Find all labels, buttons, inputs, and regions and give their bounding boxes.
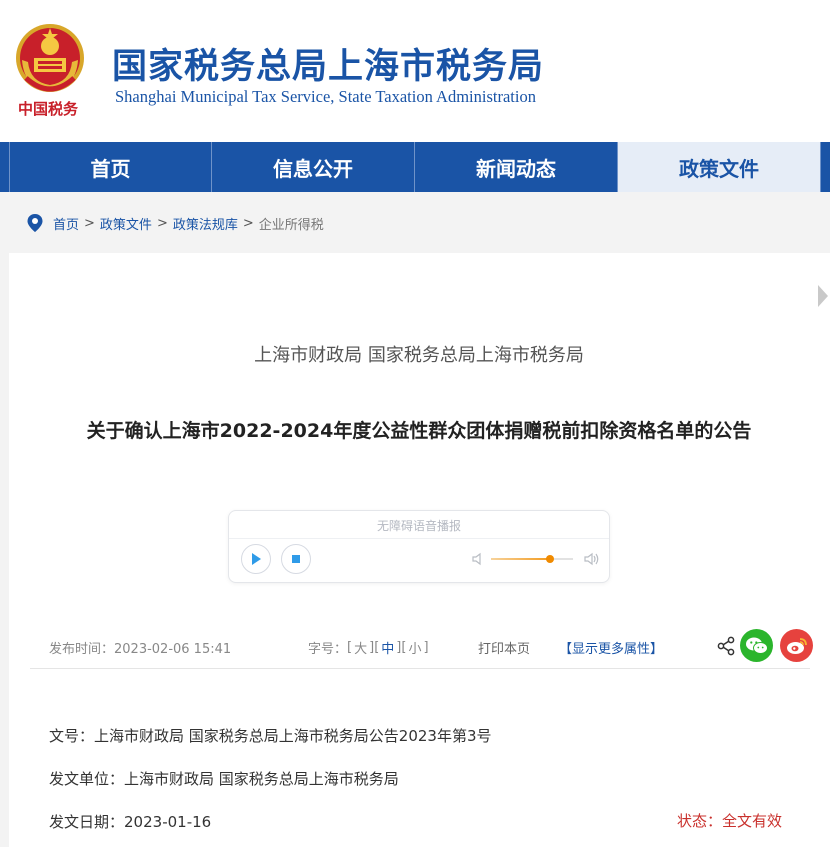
publish-time: 发布时间：2023-02-06 15:41 (49, 641, 232, 657)
site-subtitle: Shanghai Municipal Tax Service, State Ta… (115, 87, 536, 106)
volume-slider-handle[interactable] (546, 555, 555, 563)
breadcrumb: 首页 > 政策文件 > 政策法规库 > 企业所得税 (27, 212, 324, 234)
audio-player: 无障碍语音播报 (228, 510, 610, 583)
font-size-control: 字号： [ 大 ] [ 中 ] [ 小 ] (308, 637, 429, 657)
issue-date-label: 发文日期： (49, 813, 125, 831)
status-label: 状态： (677, 812, 723, 830)
font-size-label: 字号： (308, 641, 348, 657)
share-icon[interactable] (717, 636, 735, 656)
play-button[interactable] (241, 544, 271, 574)
breadcrumb-link-home[interactable]: 首页 (53, 214, 79, 233)
doc-number-value: 上海市财政局 国家税务总局上海市税务局公告2023年第3号 (94, 727, 492, 745)
meta-divider (30, 668, 810, 669)
font-size-medium[interactable]: 中 (381, 638, 394, 657)
audio-divider (229, 538, 609, 539)
weibo-share-button[interactable] (780, 629, 813, 662)
breadcrumb-separator: > (156, 215, 168, 231)
stop-button[interactable] (281, 544, 311, 574)
breadcrumb-separator: > (84, 215, 95, 231)
issuing-unit-label: 发文单位： (49, 770, 125, 788)
breadcrumb-link-policy[interactable]: 政策文件 (100, 214, 152, 233)
issuing-unit-value: 上海市财政局 国家税务总局上海市税务局 (124, 770, 399, 788)
article-issuer: 上海市财政局 国家税务总局上海市税务局 (254, 345, 584, 366)
nav-item-policy-documents[interactable]: 政策文件 (618, 142, 821, 192)
issuing-unit-row: 发文单位：上海市财政局 国家税务总局上海市税务局 (49, 768, 399, 789)
breadcrumb-current: 企业所得税 (258, 217, 324, 233)
chevron-right-icon[interactable] (816, 283, 830, 309)
location-pin-icon (27, 214, 43, 232)
site-header: 中国税务 国家税务总局上海市税务局 Shanghai Municipal Tax… (0, 0, 830, 142)
main-nav: 首页 信息公开 新闻动态 政策文件 (0, 142, 830, 192)
weibo-icon (786, 637, 807, 654)
bracket-open: [ (374, 639, 380, 655)
font-size-large[interactable]: 大 (354, 638, 367, 657)
nav-item-info-disclosure[interactable]: 信息公开 (212, 142, 415, 192)
breadcrumb-separator: > (242, 215, 254, 231)
volume-high-icon[interactable] (583, 552, 601, 566)
issue-date-row: 发文日期：2023-01-16 (49, 811, 211, 832)
volume-slider-fill (491, 558, 551, 560)
nav-item-home[interactable]: 首页 (9, 142, 212, 192)
emblem-icon[interactable]: 中国税务 (12, 18, 88, 126)
wechat-icon (745, 637, 768, 654)
volume-low-icon[interactable] (471, 552, 485, 566)
emblem-text: 中国税务 (18, 100, 79, 118)
bracket-open: [ (347, 639, 353, 655)
stop-icon (292, 555, 300, 563)
bracket-open: [ (401, 639, 407, 655)
print-link[interactable]: 打印本页 (478, 637, 530, 657)
doc-number-row: 文号：上海市财政局 国家税务总局上海市税务局公告2023年第3号 (49, 725, 492, 746)
audio-label: 无障碍语音播报 (376, 519, 461, 533)
more-attributes-link[interactable]: 【显示更多属性】 (559, 637, 663, 657)
nav-item-news[interactable]: 新闻动态 (415, 142, 618, 192)
status-badge: 状态：全文有效 (677, 810, 782, 831)
site-title: 国家税务总局上海市税务局 (112, 47, 545, 87)
article-title: 关于确认上海市2022-2024年度公益性群众团体捐赠税前扣除资格名单的公告 (86, 420, 752, 442)
bracket-close: ] (423, 639, 429, 655)
play-icon (252, 553, 261, 565)
wechat-share-button[interactable] (740, 629, 773, 662)
doc-number-label: 文号： (49, 727, 95, 745)
breadcrumb-link-regulations[interactable]: 政策法规库 (173, 214, 238, 233)
volume-slider[interactable] (491, 555, 573, 563)
issue-date-value: 2023-01-16 (124, 813, 212, 831)
font-size-small[interactable]: 小 (408, 638, 421, 657)
status-value: 全文有效 (722, 812, 783, 830)
